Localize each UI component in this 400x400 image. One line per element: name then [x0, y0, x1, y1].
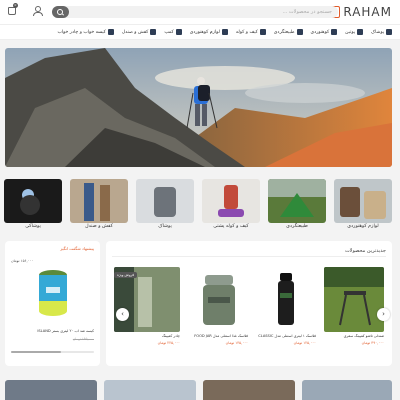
special-offer-name[interactable]: کیسه ضد آب ۲۰ لیتری بستر ISLAND	[10, 329, 94, 333]
newest-products-title: جدیدترین محصولات	[344, 248, 386, 254]
category-image	[70, 179, 128, 223]
nav-item-shoes[interactable]: کفش و صندل	[122, 29, 157, 35]
hero-banner[interactable]	[5, 48, 392, 167]
product-price: ۳۹۰,۰۰۰ تومان	[361, 341, 384, 345]
product-price: ۲۲۵,۰۰۰ تومان	[157, 341, 180, 345]
nav-item-bags[interactable]: کیف و کوله	[236, 29, 266, 35]
nav-item-label: کوهنوردی	[310, 29, 330, 35]
shoe-icon	[150, 29, 157, 35]
product-price: ۱۲۵,۰۰۰ تومان	[293, 341, 316, 345]
product-name: فلاسک ۱ لیتری استنلی مدل CLASSIC	[258, 334, 316, 338]
chevron-left-icon: ‹	[121, 310, 124, 318]
nav-item-label: کیسه خواب و چادر خواب	[57, 29, 106, 35]
category-card[interactable]: طبیعتگردی	[268, 179, 326, 234]
product-image	[324, 267, 384, 332]
category-image	[4, 179, 62, 223]
nav-item-nature[interactable]: طبیعتگردی	[274, 29, 303, 35]
category-image	[136, 179, 194, 223]
category-label: کفش و صندل	[85, 224, 113, 229]
nav-item-label: کفش و صندل	[121, 29, 149, 35]
special-offer-price: ۱۵۶,۰۰۰ تومان	[11, 259, 34, 263]
special-offer-box: پیشنهاد شگفت انگیز ۱۵۶,۰۰۰ تومان کیسه ضد…	[5, 241, 100, 366]
divider	[112, 256, 386, 257]
nav-item-label: کیف و کوله	[235, 29, 258, 35]
backpack-icon	[259, 29, 266, 35]
nav-item-clothing[interactable]: پوشاک	[371, 29, 392, 35]
carousel-prev-button[interactable]: ‹	[116, 308, 129, 321]
special-offer-image[interactable]	[30, 267, 76, 323]
user-icon[interactable]	[33, 6, 43, 16]
product-name: صندلی تاشو کمپینگ سفری	[343, 334, 384, 338]
promo-banner[interactable]	[5, 380, 97, 400]
promo-banner[interactable]	[203, 380, 295, 400]
newest-products: جدیدترین محصولات صندلی تاشو کمپینگ سفری …	[106, 241, 392, 366]
camp-icon	[175, 29, 182, 35]
nav-item-climbing[interactable]: کوهنوردی	[311, 29, 338, 35]
page: RAHAM 0 پوشاک پوتین کوهنوردی طبیعتگردی ک…	[0, 0, 400, 400]
carousel-next-button[interactable]: ›	[377, 308, 390, 321]
category-card[interactable]: کیف و کوله پشتی	[202, 179, 260, 234]
boot-icon	[356, 29, 363, 35]
site-header: RAHAM 0	[0, 0, 400, 24]
product-card[interactable]: فلاسک غذا استنلی مدل FOOD JAR ۱۴۵,۰۰۰ تو…	[188, 263, 248, 353]
offer-progress-fill	[11, 351, 61, 353]
category-card[interactable]: پوشاک	[136, 179, 194, 234]
product-card[interactable]: فلاسک ۱ لیتری استنلی مدل CLASSIC ۱۲۵,۰۰۰…	[256, 263, 316, 353]
nav-item-boots[interactable]: پوتین	[345, 29, 363, 35]
category-image	[268, 179, 326, 223]
category-label: پوشاک	[158, 224, 172, 229]
category-card[interactable]: پوشاکی	[4, 179, 62, 234]
cart-count-badge: 0	[13, 3, 18, 8]
category-label: طبیعتگردی	[286, 224, 308, 229]
mountain-icon	[331, 29, 338, 35]
category-label: لوازم کوهنوردی	[347, 224, 379, 229]
special-offer-title: پیشنهاد شگفت انگیز	[60, 246, 94, 251]
nav-item-camp[interactable]: کمپ	[164, 29, 182, 35]
category-label: پوشاکی	[25, 224, 41, 229]
product-price: ۱۴۵,۰۰۰ تومان	[225, 341, 248, 345]
category-strip: لوازم کوهنوردی طبیعتگردی کیف و کوله پشتی…	[4, 179, 392, 234]
logo-text: RAHAM	[343, 5, 392, 19]
product-name: چادر کمپینگ	[161, 334, 180, 338]
sleeping-bag-icon	[107, 29, 114, 35]
category-card[interactable]: لوازم کوهنوردی	[334, 179, 392, 234]
product-name: فلاسک غذا استنلی مدل FOOD JAR	[194, 334, 248, 338]
nav-item-sleeping-bags[interactable]: کیسه خواب و چادر خواب	[57, 29, 114, 35]
shirt-icon	[386, 29, 392, 35]
nav-item-label: طبیعتگردی	[273, 29, 295, 35]
search-box	[52, 6, 338, 18]
category-label: کیف و کوله پشتی	[213, 224, 249, 229]
category-image	[334, 179, 392, 223]
product-card[interactable]: صندلی تاشو کمپینگ سفری ۳۹۰,۰۰۰ تومان	[324, 263, 384, 353]
offer-progress-bar	[11, 351, 94, 353]
promo-banner[interactable]	[302, 380, 392, 400]
product-image	[256, 267, 316, 332]
hero-image	[5, 48, 392, 167]
category-image	[202, 179, 260, 223]
promo-banner[interactable]	[104, 380, 196, 400]
gear-bag-icon	[221, 29, 228, 35]
nav-item-label: پوشاک	[370, 29, 384, 35]
special-offer-old-price: ۱۹۵,۰۰۰ تومان	[72, 337, 94, 341]
nav-item-gear[interactable]: لوازم کوهنوردی	[190, 29, 228, 35]
cart-icon[interactable]	[8, 7, 16, 15]
chevron-right-icon: ›	[382, 310, 385, 318]
nav-item-label: پوتین	[345, 29, 355, 35]
nav-item-label: کمپ	[164, 29, 174, 35]
main-nav: پوشاک پوتین کوهنوردی طبیعتگردی کیف و کول…	[0, 24, 400, 40]
product-image	[188, 267, 248, 332]
search-button[interactable]	[52, 6, 69, 18]
sale-badge: فروش ویژه	[114, 272, 138, 278]
category-card[interactable]: کفش و صندل	[70, 179, 128, 234]
search-input[interactable]	[92, 6, 332, 18]
tent-icon	[296, 29, 303, 35]
nav-item-label: لوازم کوهنوردی	[189, 29, 220, 35]
